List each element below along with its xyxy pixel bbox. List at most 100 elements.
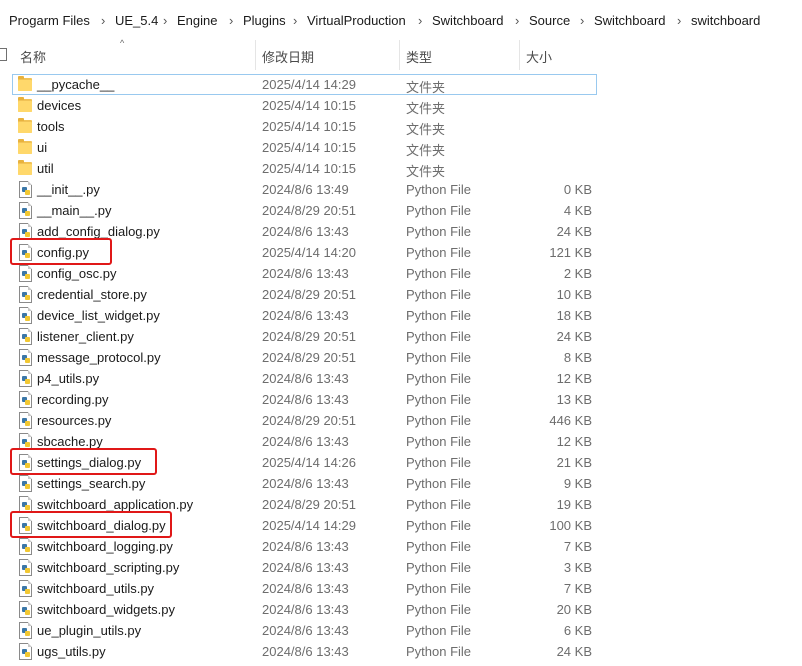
breadcrumb-separator-icon[interactable]: › bbox=[677, 13, 681, 28]
column-name[interactable]: 名称 bbox=[20, 47, 46, 66]
python-file-icon bbox=[18, 412, 32, 429]
column-divider[interactable] bbox=[255, 40, 256, 70]
file-row[interactable]: add_config_dialog.py 2024/8/6 13:43 Python… bbox=[0, 221, 802, 242]
file-row[interactable]: credential_store.py 2024/8/29 20:51 Python… bbox=[0, 284, 802, 305]
column-divider[interactable] bbox=[399, 40, 400, 70]
file-name: switchboard_utils.py bbox=[37, 581, 155, 596]
file-name: config_osc.py bbox=[37, 266, 117, 281]
file-name: devices bbox=[37, 98, 82, 113]
breadcrumb-item[interactable]: UE_5.4 bbox=[115, 13, 158, 31]
python-file-icon bbox=[18, 265, 32, 282]
breadcrumb-item[interactable]: Plugins bbox=[243, 13, 286, 31]
breadcrumb-separator-icon[interactable]: › bbox=[229, 13, 233, 28]
file-row[interactable]: message_protocol.py 2024/8/29 20:51 Python… bbox=[0, 347, 802, 368]
column-date-modified[interactable]: 修改日期 bbox=[262, 47, 314, 66]
breadcrumb-item[interactable]: switchboard bbox=[691, 13, 760, 31]
breadcrumb-item[interactable]: Source bbox=[529, 13, 570, 31]
file-type: 文件夹 bbox=[406, 101, 446, 116]
breadcrumb-item[interactable]: Switchboard bbox=[594, 13, 666, 31]
breadcrumb-item[interactable]: Engine bbox=[177, 13, 217, 31]
file-row[interactable]: switchboard_scripting.py 2024/8/6 13:43 Py… bbox=[0, 557, 802, 578]
file-row[interactable]: switchboard_widgets.py 2024/8/6 13:43 Pyth… bbox=[0, 599, 802, 620]
file-date-modified: 2024/8/6 13:43 bbox=[262, 371, 349, 386]
file-row[interactable]: __init__.py 2024/8/6 13:49 Python File 0 KB bbox=[0, 179, 802, 200]
file-type: Python File bbox=[406, 371, 472, 386]
file-row[interactable]: config.py 2025/4/14 14:20 Python File 121 K… bbox=[0, 238, 802, 265]
file-date-modified: 2025/4/14 14:29 bbox=[262, 518, 356, 533]
file-row[interactable]: devices 2025/4/14 10:15 文件夹 bbox=[0, 95, 802, 116]
file-row[interactable]: ugs_utils.py 2024/8/6 13:43 Python File 24 … bbox=[0, 641, 802, 662]
breadcrumb-separator-icon[interactable]: › bbox=[101, 13, 105, 28]
file-row[interactable]: __main__.py 2024/8/29 20:51 Python File 4 K… bbox=[0, 200, 802, 221]
breadcrumb-separator-icon[interactable]: › bbox=[515, 13, 519, 28]
python-file-icon bbox=[18, 202, 32, 219]
file-type: Python File bbox=[406, 182, 472, 197]
breadcrumb-separator-icon[interactable]: › bbox=[418, 13, 422, 28]
file-row[interactable]: switchboard_utils.py 2024/8/6 13:43 Python… bbox=[0, 578, 802, 599]
file-size: 0 KB bbox=[563, 182, 592, 197]
folder-icon bbox=[18, 97, 32, 113]
file-date-modified: 2024/8/6 13:43 bbox=[262, 266, 349, 281]
file-row[interactable]: recording.py 2024/8/6 13:43 Python File 13 … bbox=[0, 389, 802, 410]
file-row[interactable]: p4_utils.py 2024/8/6 13:43 Python File 12 K… bbox=[0, 368, 802, 389]
file-row[interactable]: switchboard_logging.py 2024/8/6 13:43 Pyth… bbox=[0, 536, 802, 557]
file-type: 文件夹 bbox=[406, 164, 446, 179]
file-date-modified: 2024/8/6 13:43 bbox=[262, 392, 349, 407]
breadcrumb-item[interactable]: Switchboard bbox=[432, 13, 504, 31]
file-date-modified: 2024/8/6 13:43 bbox=[262, 581, 349, 596]
folder-icon bbox=[18, 139, 32, 155]
file-row[interactable]: tools 2025/4/14 10:15 文件夹 bbox=[0, 116, 802, 137]
file-size: 24 KB bbox=[556, 224, 592, 239]
column-size[interactable]: 大小 bbox=[526, 47, 552, 66]
file-type: Python File bbox=[406, 560, 472, 575]
file-row[interactable]: __pycache__ 2025/4/14 14:29 文件夹 bbox=[0, 74, 802, 95]
file-type: Python File bbox=[406, 245, 472, 260]
breadcrumb-item[interactable]: Progarm Files bbox=[9, 13, 90, 31]
file-row[interactable]: config_osc.py 2024/8/6 13:43 Python File 2 … bbox=[0, 263, 802, 284]
file-type: 文件夹 bbox=[406, 143, 446, 158]
file-date-modified: 2025/4/14 10:15 bbox=[262, 161, 356, 176]
file-name: switchboard_logging.py bbox=[37, 539, 173, 554]
file-row[interactable]: settings_search.py 2024/8/6 13:43 Python F… bbox=[0, 473, 802, 494]
file-date-modified: 2025/4/14 10:15 bbox=[262, 119, 356, 134]
file-type: Python File bbox=[406, 581, 472, 596]
python-file-icon bbox=[18, 433, 32, 450]
python-file-icon bbox=[18, 643, 32, 660]
folder-icon bbox=[18, 76, 32, 92]
file-type: Python File bbox=[406, 350, 472, 365]
file-row[interactable]: switchboard_dialog.py 2025/4/14 14:29 Pyth… bbox=[0, 511, 802, 538]
file-row[interactable]: util 2025/4/14 10:15 文件夹 bbox=[0, 158, 802, 179]
file-row[interactable]: listener_client.py 2024/8/29 20:51 Python … bbox=[0, 326, 802, 347]
breadcrumb: Progarm Files › UE_5.4 › Engine › Plugins › Virt… bbox=[0, 0, 802, 41]
file-size: 8 KB bbox=[563, 350, 592, 365]
file-date-modified: 2024/8/6 13:43 bbox=[262, 623, 349, 638]
folder-icon bbox=[18, 160, 32, 176]
breadcrumb-separator-icon[interactable]: › bbox=[580, 13, 584, 28]
breadcrumb-separator-icon[interactable]: › bbox=[293, 13, 297, 28]
file-size: 6 KB bbox=[563, 623, 592, 638]
python-file-icon bbox=[18, 580, 32, 597]
file-size: 20 KB bbox=[556, 602, 592, 617]
column-type[interactable]: 类型 bbox=[406, 47, 432, 66]
file-type: Python File bbox=[406, 518, 472, 533]
python-file-icon bbox=[18, 223, 32, 240]
file-row[interactable]: device_list_widget.py 2024/8/6 13:43 Pytho… bbox=[0, 305, 802, 326]
file-type: Python File bbox=[406, 413, 472, 428]
file-date-modified: 2024/8/6 13:43 bbox=[262, 434, 349, 449]
file-row[interactable]: resources.py 2024/8/29 20:51 Python File 44… bbox=[0, 410, 802, 431]
file-type: 文件夹 bbox=[406, 122, 446, 137]
select-all-checkbox[interactable] bbox=[0, 48, 7, 61]
column-divider[interactable] bbox=[519, 40, 520, 70]
column-header: 名称 ^ 修改日期 类型 大小 bbox=[0, 38, 802, 70]
breadcrumb-item[interactable]: VirtualProduction bbox=[307, 13, 406, 31]
file-size: 121 KB bbox=[549, 245, 592, 260]
breadcrumb-separator-icon[interactable]: › bbox=[163, 13, 167, 28]
sort-ascending-icon: ^ bbox=[120, 38, 125, 48]
file-row[interactable]: ue_plugin_utils.py 2024/8/6 13:43 Python F… bbox=[0, 620, 802, 641]
file-name: message_protocol.py bbox=[37, 350, 161, 365]
file-row[interactable]: ui 2025/4/14 10:15 文件夹 bbox=[0, 137, 802, 158]
file-date-modified: 2024/8/6 13:43 bbox=[262, 539, 349, 554]
file-size: 4 KB bbox=[563, 203, 592, 218]
file-row[interactable]: settings_dialog.py 2025/4/14 14:26 Python … bbox=[0, 448, 802, 475]
file-name: recording.py bbox=[37, 392, 109, 407]
